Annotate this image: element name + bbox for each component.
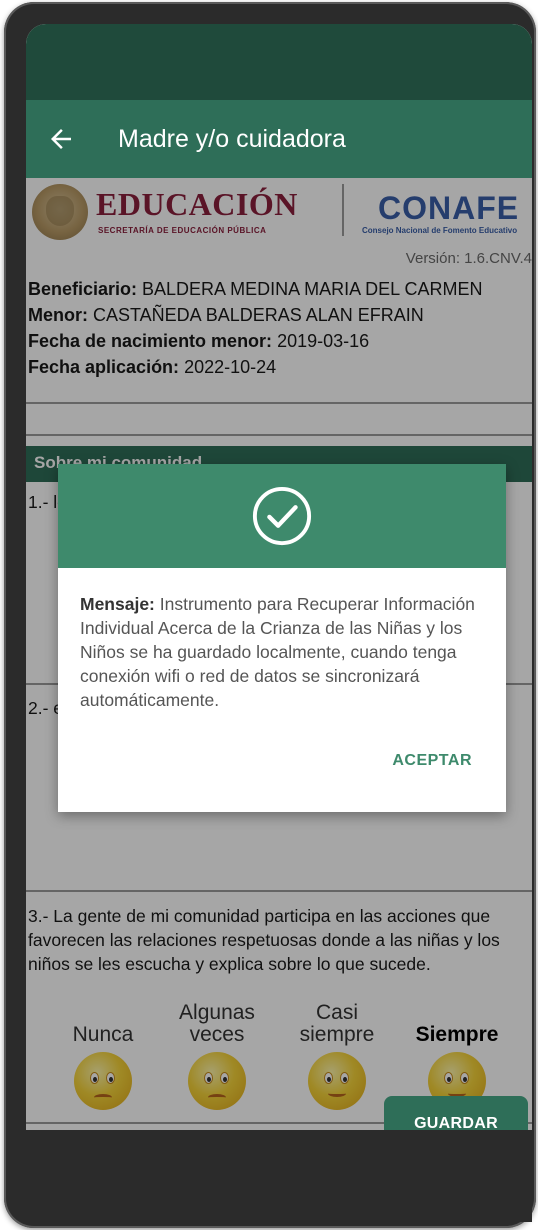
navigation-bar [26, 1130, 532, 1222]
accept-button[interactable]: ACEPTAR [392, 752, 472, 770]
screen: Madre y/o cuidadora EDUCACIÓN SECRETARÍA… [26, 24, 532, 1222]
page-title: Madre y/o cuidadora [118, 124, 346, 153]
dialog-message-label: Mensaje: [80, 594, 155, 614]
back-arrow-icon[interactable] [46, 124, 76, 154]
status-bar [26, 24, 532, 100]
confirmation-dialog: Mensaje: Instrumento para Recuperar Info… [58, 464, 506, 812]
dialog-header [58, 464, 506, 568]
dialog-message: Mensaje: Instrumento para Recuperar Info… [80, 592, 490, 712]
app-bar: Madre y/o cuidadora [26, 100, 532, 178]
phone-frame: Madre y/o cuidadora EDUCACIÓN SECRETARÍA… [4, 2, 536, 1228]
check-circle-icon [252, 486, 312, 546]
